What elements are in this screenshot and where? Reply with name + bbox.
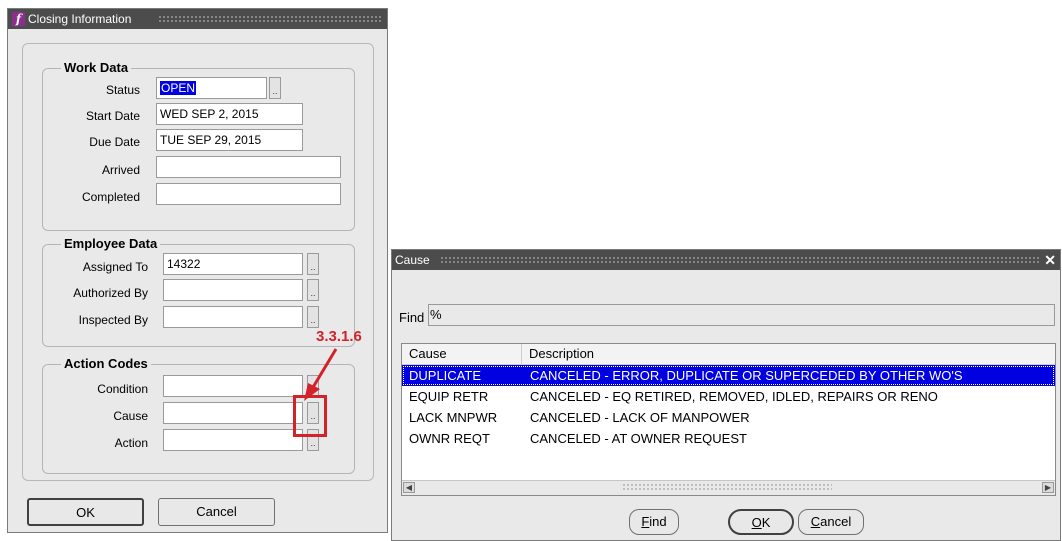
list-row[interactable]: DUPLICATE CANCELED - ERROR, DUPLICATE OR… xyxy=(402,365,1055,386)
closing-information-titlebar[interactable]: f Closing Information xyxy=(8,9,387,29)
list-row[interactable]: LACK MNPWR CANCELED - LACK OF MANPOWER xyxy=(402,407,1055,428)
callout-label: 3.3.1.6 xyxy=(316,328,362,345)
titlebar-pattern xyxy=(440,256,1040,264)
action-codes-title: Action Codes xyxy=(61,356,151,371)
cancel-button[interactable]: Cancel xyxy=(158,498,275,526)
due-date-label: Due Date xyxy=(89,135,140,149)
cause-label: Cause xyxy=(113,409,148,423)
list-row[interactable]: EQUIP RETR CANCELED - EQ RETIRED, REMOVE… xyxy=(402,386,1055,407)
titlebar-pattern xyxy=(158,15,381,23)
assigned-to-field[interactable]: 14322 xyxy=(163,253,303,275)
condition-label: Condition xyxy=(97,382,148,396)
status-value: OPEN xyxy=(160,81,197,95)
find-button-text: ind xyxy=(649,514,667,529)
cause-dialog-titlebar[interactable]: Cause ✕ xyxy=(392,250,1060,270)
inspected-by-field[interactable] xyxy=(163,306,303,328)
completed-label: Completed xyxy=(81,190,140,204)
scroll-right-icon[interactable]: ▶ xyxy=(1042,482,1054,493)
completed-field[interactable] xyxy=(156,183,341,205)
authorized-by-lov-button[interactable]: .. xyxy=(307,279,319,301)
start-date-field[interactable]: WED SEP 2, 2015 xyxy=(156,103,303,125)
row-cause: DUPLICATE xyxy=(409,368,481,383)
cancel-hotkey: C xyxy=(810,514,821,529)
ok-hotkey: O xyxy=(751,515,762,530)
inspected-by-lov-button[interactable]: .. xyxy=(307,306,319,328)
row-cause: OWNR REQT xyxy=(409,431,490,446)
callout-highlight-box xyxy=(293,395,327,437)
cause-list-header: Cause Description xyxy=(402,344,1055,365)
column-header-description[interactable]: Description xyxy=(522,344,594,364)
action-label: Action xyxy=(114,436,148,450)
authorized-by-label: Authorized By xyxy=(73,286,148,300)
find-button[interactable]: Find xyxy=(629,509,679,535)
row-description: CANCELED - AT OWNER REQUEST xyxy=(530,431,747,446)
condition-field[interactable] xyxy=(163,375,303,397)
dialog-cancel-button[interactable]: Cancel xyxy=(798,509,864,535)
row-cause: EQUIP RETR xyxy=(409,389,489,404)
work-data-title: Work Data xyxy=(61,60,132,75)
status-field[interactable]: OPEN xyxy=(156,77,267,99)
row-description: CANCELED - ERROR, DUPLICATE OR SUPERCEDE… xyxy=(530,368,963,383)
list-row[interactable]: OWNR REQT CANCELED - AT OWNER REQUEST xyxy=(402,428,1055,449)
employee-data-title: Employee Data xyxy=(61,236,161,251)
arrived-field[interactable] xyxy=(156,156,341,178)
row-cause: LACK MNPWR xyxy=(409,410,498,425)
cause-dialog-title: Cause xyxy=(395,250,436,270)
cause-list: Cause Description DUPLICATE CANCELED - E… xyxy=(401,343,1056,496)
action-field[interactable] xyxy=(163,429,303,451)
ok-button-text: K xyxy=(761,515,771,530)
status-label: Status xyxy=(105,83,140,97)
dialog-ok-button[interactable]: OK xyxy=(728,509,794,535)
ok-button[interactable]: OK xyxy=(27,498,144,526)
inspected-by-label: Inspected By xyxy=(78,313,148,327)
start-date-label: Start Date xyxy=(85,109,140,123)
arrived-label: Arrived xyxy=(101,163,140,177)
cause-field[interactable] xyxy=(163,402,303,424)
assigned-to-lov-button[interactable]: .. xyxy=(307,253,319,275)
due-date-field[interactable]: TUE SEP 29, 2015 xyxy=(156,129,303,151)
horizontal-scrollbar[interactable]: ◀ ▶ xyxy=(402,480,1055,495)
close-icon[interactable]: ✕ xyxy=(1044,250,1056,270)
status-lov-button[interactable]: .. xyxy=(269,77,281,99)
scroll-left-icon[interactable]: ◀ xyxy=(403,482,415,493)
window-title: Closing Information xyxy=(28,9,138,29)
assigned-to-label: Assigned To xyxy=(82,260,148,274)
row-description: CANCELED - LACK OF MANPOWER xyxy=(530,410,750,425)
column-header-cause[interactable]: Cause xyxy=(402,344,522,364)
scroll-thumb[interactable] xyxy=(622,483,832,492)
cancel-button-text: ancel xyxy=(820,514,852,529)
cause-dialog: Cause ✕ Find % Cause Description DUPLICA… xyxy=(391,249,1061,541)
find-label: Find xyxy=(399,310,425,325)
row-description: CANCELED - EQ RETIRED, REMOVED, IDLED, R… xyxy=(530,389,938,404)
authorized-by-field[interactable] xyxy=(163,279,303,301)
find-input[interactable]: % xyxy=(428,304,1055,326)
oracle-forms-icon: f xyxy=(12,12,25,26)
closing-information-window: f Closing Information Work Data Employee… xyxy=(7,8,388,533)
